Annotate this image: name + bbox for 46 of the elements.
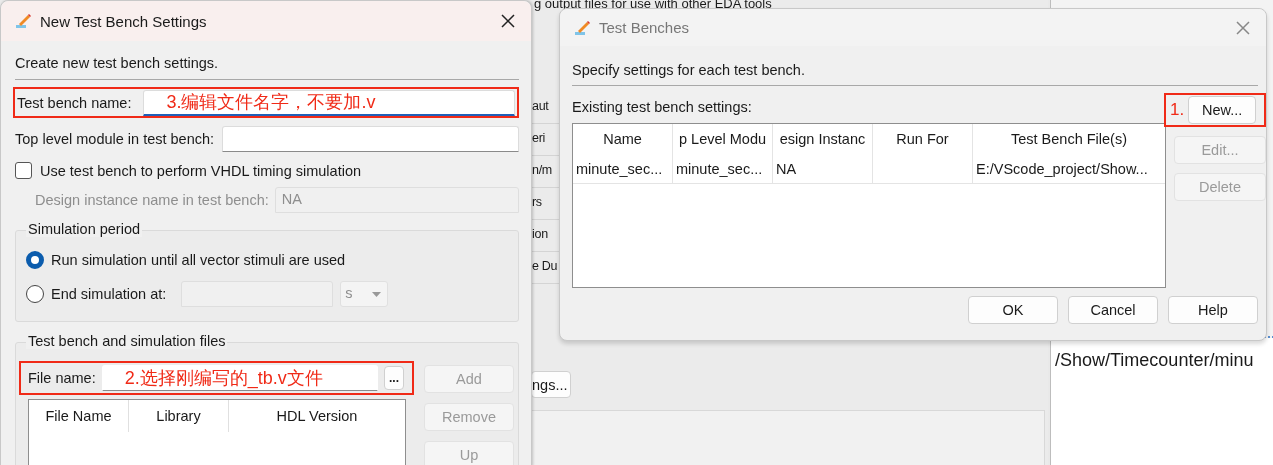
intro-text: Create new test bench settings. xyxy=(15,55,220,71)
dialog-button[interactable]: Cancel xyxy=(1068,296,1158,324)
field-label: File name: xyxy=(28,370,96,386)
column-header: esign Instanc xyxy=(773,124,873,154)
column-header: p Level Modu xyxy=(673,124,773,154)
checkbox[interactable] xyxy=(15,162,32,179)
browse-button[interactable]: ... xyxy=(384,366,404,390)
pencil-icon xyxy=(574,19,590,36)
table-cell: minute_sec... xyxy=(673,154,773,183)
column-header: Name xyxy=(573,124,673,154)
column-header: Run For xyxy=(873,124,973,154)
annotation-text: 1. xyxy=(1170,100,1185,120)
side-button[interactable]: New... xyxy=(1188,96,1257,124)
window-title: New Test Bench Settings xyxy=(40,12,208,30)
dialog-button[interactable]: OK xyxy=(968,296,1058,324)
text-field[interactable] xyxy=(222,126,519,152)
dialog-button[interactable]: Help xyxy=(1168,296,1258,324)
settings-button[interactable]: ngs... xyxy=(531,371,571,398)
text-field[interactable]: 2.选择刚编写的_tb.v文件 xyxy=(101,365,378,391)
pencil-icon xyxy=(15,13,31,29)
field-label: Test bench name: xyxy=(17,94,132,111)
dropdown-arrow-icon xyxy=(372,292,382,297)
radio-button[interactable] xyxy=(26,285,44,303)
text-field[interactable]: 3.编辑文件名字，不要加.v xyxy=(143,89,515,116)
radio-button[interactable] xyxy=(26,251,44,269)
table-cell: NA xyxy=(773,154,873,183)
annotation-text: 3.编辑文件名字，不要加.v xyxy=(166,90,376,114)
path-text: /Show/Timecounter/minu xyxy=(1055,350,1254,371)
column-header: File Name xyxy=(29,400,129,432)
column-header: Test Bench File(s) xyxy=(1009,130,1128,149)
field-label: Top level module in test bench: xyxy=(15,131,215,147)
window-title: Test Benches xyxy=(599,19,691,36)
field-label: Design instance name in test bench: xyxy=(35,192,269,208)
group-title: Test bench and simulation files xyxy=(26,333,228,349)
table-label: Existing test bench settings: xyxy=(572,99,753,115)
column-header: HDL Version xyxy=(275,407,359,426)
group-title: Simulation period xyxy=(26,221,143,237)
checkbox-label: Use test bench to perform VHDL timing simulation xyxy=(40,162,361,179)
radio-label: Run simulation until all vector stimuli are used xyxy=(51,252,346,268)
column-header: Library xyxy=(129,400,229,432)
radio-label: End simulation at: xyxy=(51,286,167,302)
table-cell-text: E:/VScode_project/Show... xyxy=(975,160,1149,179)
table-cell: minute_sec... xyxy=(573,154,673,183)
close-icon[interactable] xyxy=(501,14,515,28)
annotation-text: 2.选择刚编写的_tb.v文件 xyxy=(124,366,323,390)
intro-text: Specify settings for each test bench. xyxy=(572,62,806,78)
